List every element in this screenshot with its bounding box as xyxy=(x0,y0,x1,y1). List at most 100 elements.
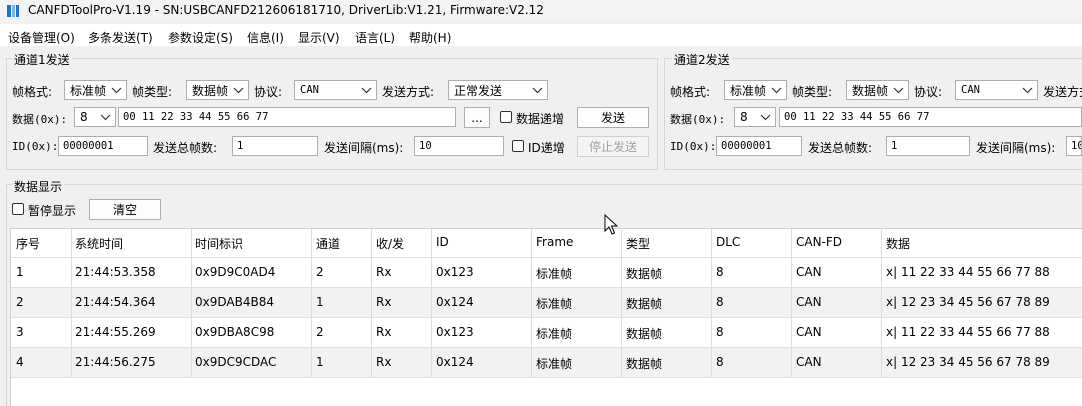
table-header-row: 序号 系统时间 时间标识 通道 收/发 ID Frame 类型 DLC CAN-… xyxy=(11,229,1082,257)
ch1-dlc-select[interactable]: 8 xyxy=(74,107,116,127)
ch2-id-input[interactable]: 00000001 xyxy=(716,136,802,156)
ch1-id-increment-checkbox[interactable] xyxy=(512,140,524,152)
table-row[interactable]: 2 21:44:54.364 0x9DAB4B84 1 Rx 0x124 标准帧… xyxy=(11,287,1082,317)
cell-data: x| 12 23 34 45 56 67 78 89 xyxy=(886,355,1050,369)
clear-button[interactable]: 清空 xyxy=(89,199,161,220)
col-id-header[interactable]: ID xyxy=(436,235,449,249)
col-channel-header[interactable]: 通道 xyxy=(316,235,340,252)
cell-id: 0x124 xyxy=(436,295,474,309)
ch2-data-input[interactable]: 00 11 22 33 44 55 66 77 xyxy=(779,107,1082,127)
ch2-id-label: ID(0x): xyxy=(670,140,717,153)
ch2-frame-format-select[interactable]: 标准帧 xyxy=(724,80,787,100)
cell-dlc: 8 xyxy=(716,325,724,339)
ch1-frame-format-select[interactable]: 标准帧 xyxy=(64,80,127,100)
chevron-down-icon xyxy=(100,114,111,121)
row-divider xyxy=(11,377,1082,378)
ch2-interval-label: 发送间隔(ms): xyxy=(976,141,1056,155)
ch2-send-mode-label: 发送方式 xyxy=(1043,85,1082,99)
row-divider xyxy=(11,287,1082,288)
ch1-frame-type-label: 帧类型: xyxy=(132,85,173,99)
column-divider xyxy=(431,229,432,377)
col-dlc-header[interactable]: DLC xyxy=(716,235,740,249)
cell-frame: 标准帧 xyxy=(536,267,573,281)
cell-frame: 标准帧 xyxy=(536,297,573,311)
chevron-down-icon xyxy=(361,87,372,94)
cell-system-time: 21:44:56.275 xyxy=(75,355,156,369)
ch2-protocol-select[interactable]: CAN xyxy=(955,80,1038,100)
cell-id: 0x124 xyxy=(436,355,474,369)
cell-canfd: CAN xyxy=(796,265,822,279)
col-system-time-header[interactable]: 系统时间 xyxy=(75,235,123,252)
cell-system-time: 21:44:55.269 xyxy=(75,325,156,339)
col-direction-header[interactable]: 收/发 xyxy=(376,235,404,252)
ch1-send-button[interactable]: 发送 xyxy=(577,107,649,128)
col-index-header[interactable]: 序号 xyxy=(16,235,40,252)
cell-type: 数据帧 xyxy=(626,357,663,371)
cell-channel: 2 xyxy=(316,325,324,339)
cell-dlc: 8 xyxy=(716,355,724,369)
chevron-down-icon xyxy=(760,114,771,121)
column-divider xyxy=(191,229,192,377)
cell-timestamp: 0x9DBA8C98 xyxy=(195,325,275,339)
cell-canfd: CAN xyxy=(796,295,822,309)
ch1-send-mode-label: 发送方式: xyxy=(382,85,435,99)
ch2-data-label: 数据(0x): xyxy=(670,113,726,126)
col-frame-header[interactable]: Frame xyxy=(536,235,573,249)
ch2-protocol-label: 协议: xyxy=(914,85,943,99)
ch1-data-increment-label: 数据递增 xyxy=(516,112,565,126)
column-divider xyxy=(711,229,712,377)
ch2-frame-format-label: 帧格式: xyxy=(670,85,711,99)
col-type-header[interactable]: 类型 xyxy=(626,235,650,252)
col-data-header[interactable]: 数据 xyxy=(886,235,910,252)
chevron-down-icon xyxy=(893,87,904,94)
window-title: CANFDToolPro-V1.19 - SN:USBCANFD21260618… xyxy=(28,3,544,17)
ch1-protocol-select[interactable]: CAN xyxy=(294,80,377,100)
cell-direction: Rx xyxy=(376,355,392,369)
chevron-down-icon xyxy=(771,87,782,94)
ch1-id-input[interactable]: 00000001 xyxy=(58,136,148,156)
ch2-dlc-select[interactable]: 8 xyxy=(734,107,776,127)
menu-multi-send[interactable]: 多条发送(T) xyxy=(88,29,153,46)
cell-direction: Rx xyxy=(376,295,392,309)
column-divider xyxy=(531,229,532,377)
ch1-interval-label: 发送间隔(ms): xyxy=(324,141,404,155)
channel1-title: 通道1发送 xyxy=(12,51,72,68)
channel2-title: 通道2发送 xyxy=(672,51,732,68)
table-row[interactable]: 1 21:44:53.358 0x9D9C0AD4 2 Rx 0x123 标准帧… xyxy=(11,257,1082,287)
menu-language[interactable]: 语言(L) xyxy=(355,29,395,46)
pause-display-checkbox[interactable] xyxy=(12,203,24,215)
ch2-total-frames-input[interactable]: 1 xyxy=(886,136,970,156)
col-canfd-header[interactable]: CAN-FD xyxy=(796,235,842,249)
cell-timestamp: 0x9D9C0AD4 xyxy=(195,265,276,279)
cell-id: 0x123 xyxy=(436,325,474,339)
cell-direction: Rx xyxy=(376,325,392,339)
table-row[interactable]: 3 21:44:55.269 0x9DBA8C98 2 Rx 0x123 标准帧… xyxy=(11,317,1082,347)
column-divider xyxy=(371,229,372,377)
menu-parameters[interactable]: 参数设定(S) xyxy=(168,29,233,46)
mouse-cursor-icon xyxy=(604,214,618,235)
chevron-down-icon xyxy=(111,87,122,94)
column-divider xyxy=(881,229,882,377)
ch1-data-increment-checkbox[interactable] xyxy=(500,111,512,123)
ch1-total-frames-input[interactable]: 1 xyxy=(232,136,318,156)
table-row[interactable]: 4 21:44:56.275 0x9DC9CDAC 1 Rx 0x124 标准帧… xyxy=(11,347,1082,377)
cell-id: 0x123 xyxy=(436,265,474,279)
menu-info[interactable]: 信息(I) xyxy=(247,29,284,46)
column-divider xyxy=(311,229,312,377)
ch1-send-mode-select[interactable]: 正常发送 xyxy=(448,80,548,100)
ch1-stop-button[interactable]: 停止发送 xyxy=(577,136,649,157)
col-timestamp-header[interactable]: 时间标识 xyxy=(195,235,243,252)
ch2-interval-input[interactable]: 10 xyxy=(1066,136,1082,156)
ch1-interval-input[interactable]: 10 xyxy=(414,136,504,156)
cell-timestamp: 0x9DC9CDAC xyxy=(195,355,277,369)
menu-help[interactable]: 帮助(H) xyxy=(409,29,451,46)
ch2-frame-type-select[interactable]: 数据帧 xyxy=(846,80,909,100)
menu-view[interactable]: 显示(V) xyxy=(298,29,340,46)
menu-bar: 设备管理(O) 多条发送(T) 参数设定(S) 信息(I) 显示(V) 语言(L… xyxy=(0,24,1082,46)
menu-device-management[interactable]: 设备管理(O) xyxy=(8,29,75,46)
chevron-down-icon xyxy=(1022,87,1033,94)
ch1-data-input[interactable]: 00 11 22 33 44 55 66 77 xyxy=(118,107,456,127)
cell-direction: Rx xyxy=(376,265,392,279)
ch1-ellipsis-button[interactable]: ... xyxy=(464,107,490,128)
ch1-frame-type-select[interactable]: 数据帧 xyxy=(186,80,249,100)
